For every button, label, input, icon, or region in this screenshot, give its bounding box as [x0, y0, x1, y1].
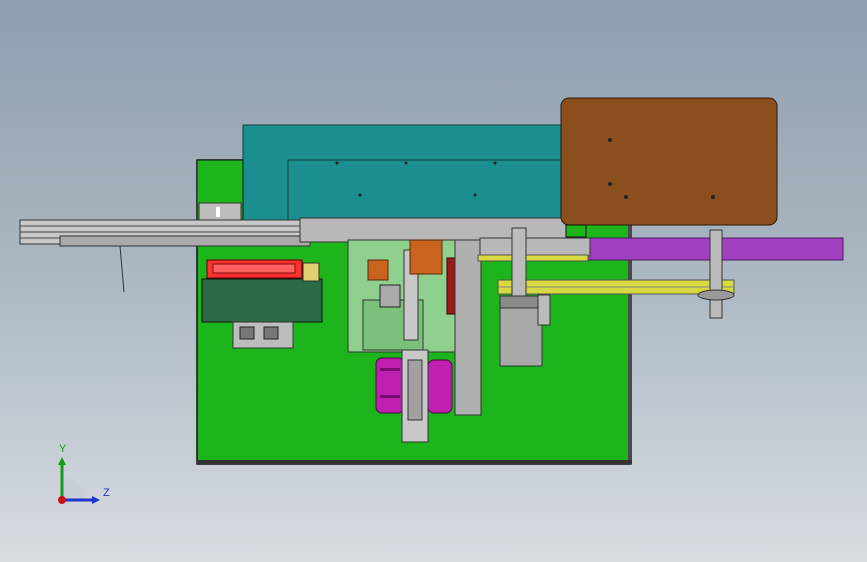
bearing-block [239, 326, 255, 340]
axis-y-arrowhead [58, 457, 66, 465]
right-bracket [537, 294, 551, 326]
magenta-roller [427, 359, 453, 414]
cad-viewport[interactable]: Y Z [0, 0, 867, 562]
teal-screw [493, 161, 497, 165]
teal-screw [473, 193, 477, 197]
yellow-belt-upper [477, 254, 589, 262]
pulley [697, 289, 735, 301]
teal-screw [335, 161, 339, 165]
brown-panel-screw [608, 182, 612, 186]
motor-cylinder-cap [499, 295, 543, 309]
pulley-shaft [511, 227, 527, 299]
hanging-wire [119, 245, 125, 293]
roller-stripe [380, 395, 400, 398]
right-slide [454, 239, 482, 416]
triad-quadrant [62, 477, 85, 500]
slide-block [379, 284, 401, 308]
bearing-block [263, 326, 279, 340]
orange-bracket [409, 239, 443, 275]
base-plate-edge-bottom [197, 460, 632, 464]
brown-panel-screw [608, 138, 612, 142]
assembly-model[interactable] [0, 0, 867, 562]
teal-screw [404, 161, 408, 165]
red-block-inner [212, 263, 296, 274]
brown-panel [560, 97, 778, 226]
magenta-roller [375, 357, 405, 414]
purple-arm-grey [479, 237, 591, 257]
axis-z-label: Z [103, 487, 110, 499]
roller-stripe [380, 368, 400, 371]
pulley-shaft [709, 229, 723, 319]
left-post-slot [216, 207, 220, 217]
orange-bracket [367, 259, 389, 281]
clip-part [302, 262, 320, 282]
axis-y-label: Y [59, 443, 67, 455]
small-green-bracket [565, 224, 587, 238]
feed-rail-lower [59, 235, 311, 247]
axis-z-arrowhead [92, 496, 100, 504]
teal-screw [358, 193, 362, 197]
orientation-triad [58, 457, 100, 504]
dark-green-block [201, 278, 323, 323]
brown-panel-screw [624, 195, 628, 199]
brown-panel-screw [711, 195, 715, 199]
teal-cover [242, 124, 574, 221]
roller-shaft-inner [407, 359, 423, 421]
axis-origin-dot [58, 496, 66, 504]
